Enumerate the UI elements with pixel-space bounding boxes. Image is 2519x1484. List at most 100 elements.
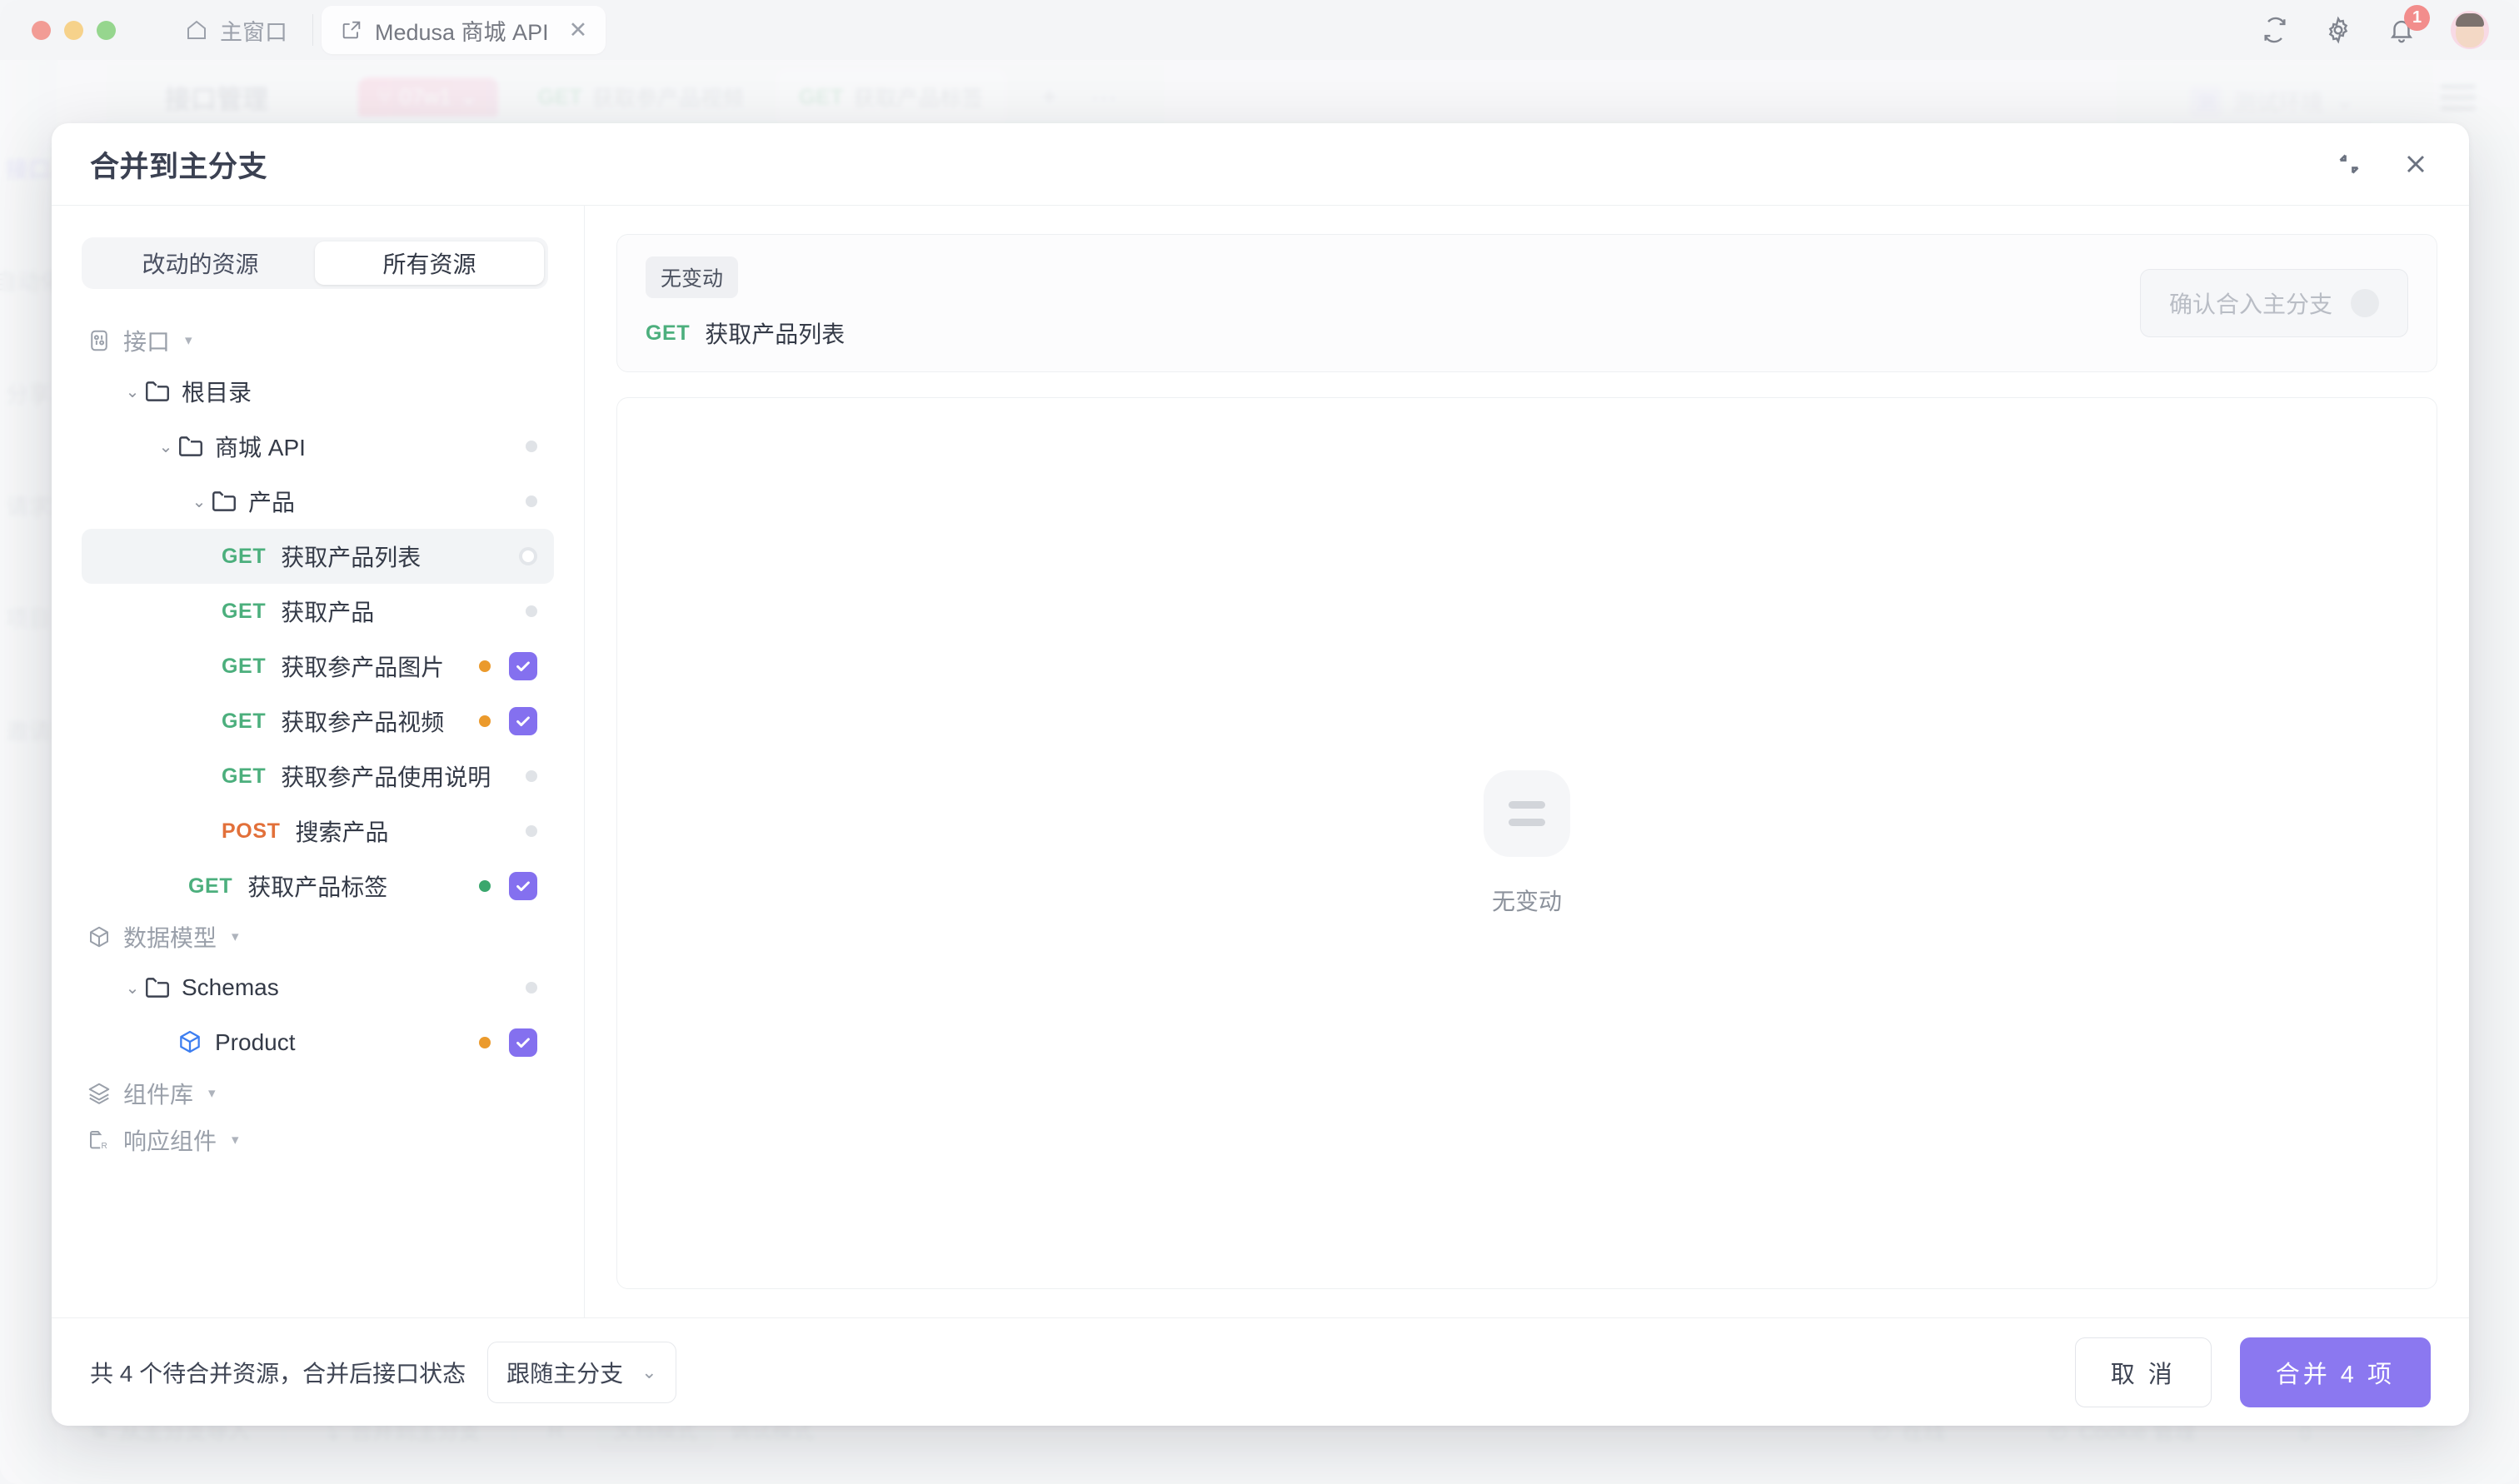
confirm-toggle[interactable]: [2351, 289, 2379, 317]
confirm-merge-label: 确认合入主分支: [2168, 291, 2332, 317]
tree-row-status: [526, 495, 537, 507]
chevron-down-icon[interactable]: ⌄: [155, 436, 177, 457]
tree-row[interactable]: Product: [82, 1015, 554, 1070]
tree-group-label: 组件库: [123, 1082, 194, 1108]
tree-group-响应组件[interactable]: R 响应组件 ▾: [82, 1117, 554, 1163]
cube-icon: [87, 924, 112, 949]
empty-state-text: 无变动: [1491, 888, 1562, 914]
change-status-dot: [526, 770, 537, 782]
status-badge: 无变动: [646, 256, 739, 298]
method-label: GET: [222, 764, 267, 788]
method-label: GET: [646, 321, 691, 345]
tree-group-label: 接口: [123, 329, 171, 355]
resource-tree-pane: 改动的资源 所有资源 接口 ▾ ⌄ 根目录 ⌄ 商城 API ⌄ 产品 GET 获取产品列表 GET…: [52, 206, 585, 1317]
tree-row[interactable]: GET 获取参产品图片: [82, 639, 554, 694]
empty-state-icon: [1484, 769, 1570, 857]
change-status-dot: [479, 660, 491, 672]
merge-to-main-dialog: 合并到主分支 改动的资源 所有资源 接口 ▾ ⌄ 根目录 ⌄ 商城 API ⌄ 产品 GET 获取…: [52, 123, 2469, 1426]
tree-row[interactable]: GET 获取产品: [82, 584, 554, 639]
method-label: GET: [222, 599, 267, 623]
merge-button[interactable]: 合并 4 项: [2239, 1337, 2431, 1407]
merge-checkbox[interactable]: [509, 872, 537, 900]
tree-row[interactable]: ⌄ 产品: [82, 474, 554, 529]
change-status-dot: [526, 982, 537, 993]
method-label: GET: [222, 654, 267, 678]
tree-row-status: [479, 872, 537, 900]
tree-node-label: 搜索产品: [295, 819, 389, 845]
chevron-down-icon[interactable]: ⌄: [122, 381, 143, 402]
tree-row[interactable]: POST 搜索产品: [82, 804, 554, 859]
tree-node-label: 获取参产品图片: [281, 655, 445, 680]
collapse-icon[interactable]: [2334, 149, 2364, 179]
merge-checkbox[interactable]: [509, 652, 537, 680]
dialog-title: 合并到主分支: [90, 150, 268, 183]
chevron-down-icon[interactable]: ▾: [232, 1132, 239, 1148]
change-status-dot: [526, 825, 537, 837]
empty-bar: [1509, 800, 1545, 809]
tree-row[interactable]: GET 获取参产品使用说明: [82, 749, 554, 804]
change-status-dot: [526, 495, 537, 507]
dialog-header: 合并到主分支: [52, 123, 2469, 205]
chevron-down-icon[interactable]: ▾: [185, 332, 192, 349]
tree-row[interactable]: GET 获取参产品视频: [82, 694, 554, 749]
chevron-down-icon[interactable]: ▾: [232, 929, 239, 945]
empty-bar: [1509, 818, 1545, 826]
tree-node-label: 根目录: [182, 380, 252, 406]
tree-row-status: [526, 770, 537, 782]
dialog-body: 改动的资源 所有资源 接口 ▾ ⌄ 根目录 ⌄ 商城 API ⌄ 产品 GET 获取产品列表 GET…: [52, 205, 2469, 1317]
diff-resource-name: 获取产品列表: [705, 321, 845, 347]
cancel-button[interactable]: 取 消: [2074, 1337, 2212, 1407]
tree-node-label: Schemas: [182, 974, 279, 1000]
folder-icon: [143, 377, 172, 406]
tab-all-resources[interactable]: 所有资源: [315, 242, 544, 285]
change-status-dot: [526, 441, 537, 452]
merge-checkbox[interactable]: [509, 707, 537, 735]
change-status-dot: [479, 715, 491, 727]
tree-row-status: [526, 441, 537, 452]
tree-row-status: [519, 547, 537, 565]
confirm-merge-button[interactable]: 确认合入主分支: [2139, 269, 2408, 337]
change-status-dot: [479, 1037, 491, 1048]
tree-group-接口[interactable]: 接口 ▾: [82, 317, 554, 364]
tree-node-label: 获取产品: [281, 600, 375, 625]
folder-icon: [177, 432, 205, 461]
merge-status-select[interactable]: 跟随主分支 ⌄: [487, 1341, 676, 1403]
tree-node-label: 商城 API: [215, 435, 306, 461]
merge-status-value: 跟随主分支: [506, 1360, 624, 1387]
tree-node-label: 获取参产品视频: [281, 710, 445, 735]
tree-node-label: 获取参产品使用说明: [281, 764, 491, 790]
chevron-down-icon[interactable]: ⌄: [188, 491, 210, 512]
svg-text:R: R: [102, 1142, 107, 1151]
method-label: GET: [222, 709, 267, 733]
tree-node-label: 获取产品标签: [247, 874, 388, 900]
tree-row[interactable]: ⌄ 商城 API: [82, 419, 554, 474]
schema-icon: [177, 1028, 205, 1057]
tree-row[interactable]: GET 获取产品列表: [82, 529, 554, 584]
footer-actions: 取 消 合并 4 项: [2074, 1337, 2431, 1407]
tree-row[interactable]: GET 获取产品标签: [82, 859, 554, 914]
resource-tree: 接口 ▾ ⌄ 根目录 ⌄ 商城 API ⌄ 产品 GET 获取产品列表 GET 获取产品 GET 获取参产…: [82, 317, 554, 1163]
tree-node-label: 产品: [248, 490, 296, 515]
resource-filter-segmented: 改动的资源 所有资源: [82, 237, 548, 289]
method-label: GET: [222, 544, 267, 568]
tree-group-数据模型[interactable]: 数据模型 ▾: [82, 914, 554, 960]
tree-row-status: [479, 1028, 537, 1057]
close-icon[interactable]: [2401, 149, 2431, 179]
chevron-down-icon[interactable]: ⌄: [122, 978, 143, 998]
api-icon: [87, 328, 112, 353]
tree-group-label: 响应组件: [123, 1128, 217, 1154]
tree-row-status: [526, 605, 537, 617]
layers-icon: [87, 1081, 112, 1106]
diff-empty-state: 无变动: [616, 397, 2437, 1289]
loading-ring-icon: [519, 547, 537, 565]
tab-changed-resources[interactable]: 改动的资源: [86, 242, 315, 285]
footer-summary: 共 4 个待合并资源，合并后接口状态: [90, 1360, 466, 1387]
merge-checkbox[interactable]: [509, 1028, 537, 1057]
tree-group-组件库[interactable]: 组件库 ▾: [82, 1070, 554, 1117]
chevron-down-icon[interactable]: ▾: [208, 1085, 216, 1102]
tree-row[interactable]: ⌄ Schemas: [82, 960, 554, 1015]
change-status-dot: [479, 880, 491, 892]
diff-summary-card: 无变动 GET 获取产品列表 确认合入主分支: [616, 234, 2437, 372]
tree-row[interactable]: ⌄ 根目录: [82, 364, 554, 419]
tree-group-label: 数据模型: [123, 925, 217, 951]
